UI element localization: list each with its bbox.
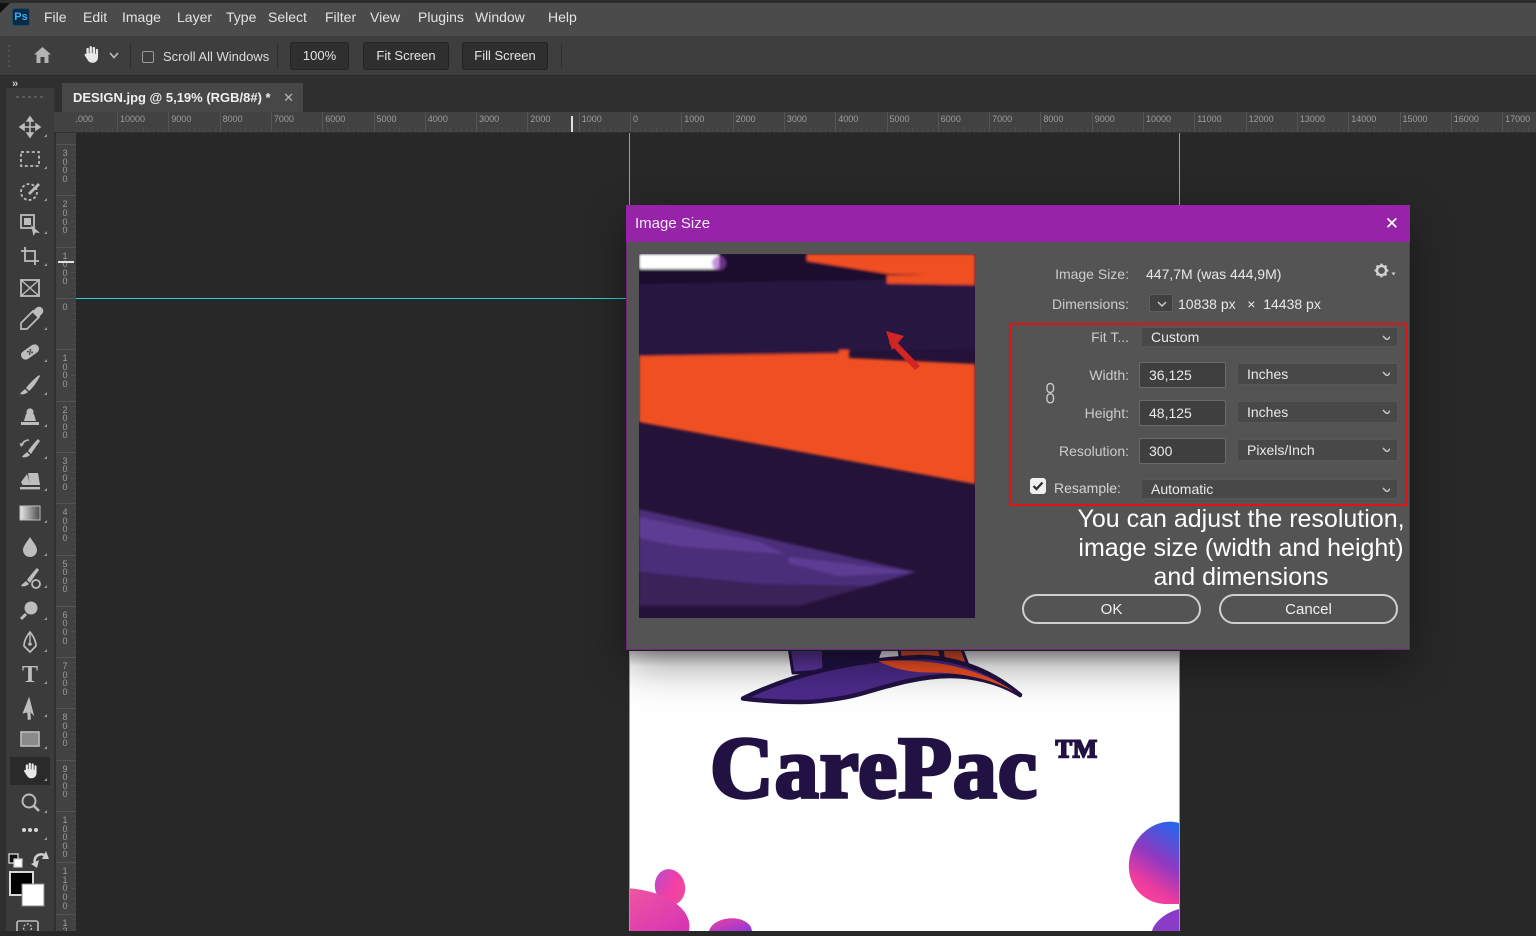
svg-text:T: T [22,662,38,688]
